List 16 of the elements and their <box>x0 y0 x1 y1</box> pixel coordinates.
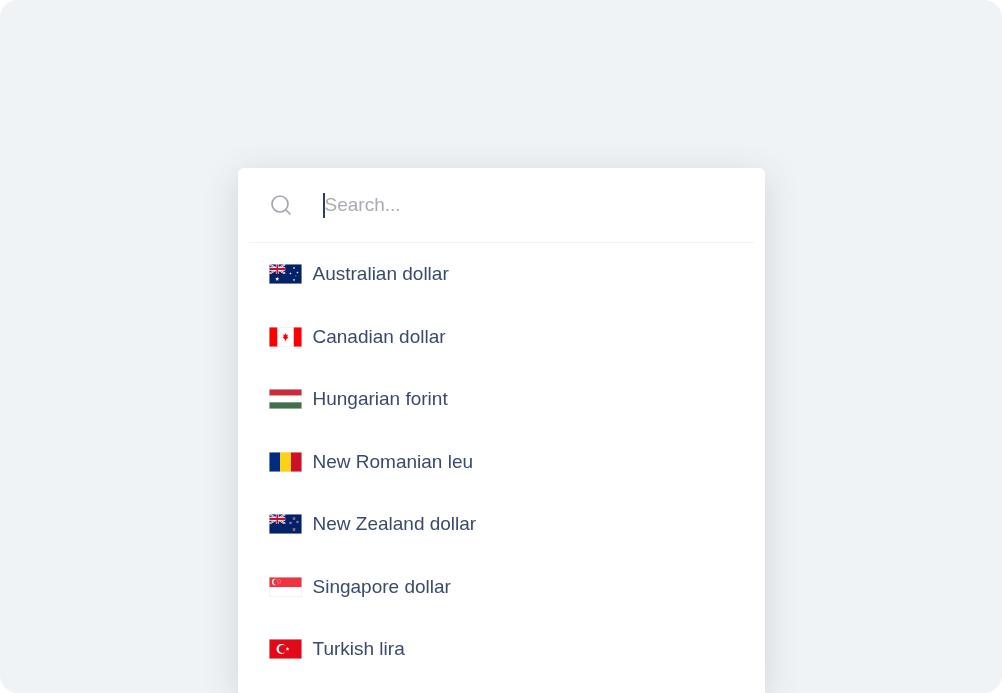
currency-name[interactable]: Singapore dollar <box>312 575 451 598</box>
australia-flag-icon <box>268 264 302 285</box>
newzealand-flag-icon <box>268 514 302 535</box>
currency-name[interactable]: New Zealand dollar <box>312 513 477 536</box>
currency-name[interactable]: Turkish lira <box>312 638 405 661</box>
canada-flag-icon <box>268 326 302 347</box>
currency-name[interactable]: Hungarian forint <box>312 388 448 411</box>
search-icon <box>268 193 293 217</box>
search-field[interactable]: Search... <box>322 190 745 220</box>
hungary-flag-icon <box>268 389 302 410</box>
romania-flag-icon <box>268 451 302 472</box>
currency-name[interactable]: Canadian dollar <box>312 325 446 348</box>
currency-name[interactable]: New Romanian leu <box>312 450 474 473</box>
singapore-flag-icon <box>268 576 302 597</box>
currency-name[interactable]: Australian dollar <box>312 263 449 286</box>
turkey-flag-icon <box>268 639 302 660</box>
